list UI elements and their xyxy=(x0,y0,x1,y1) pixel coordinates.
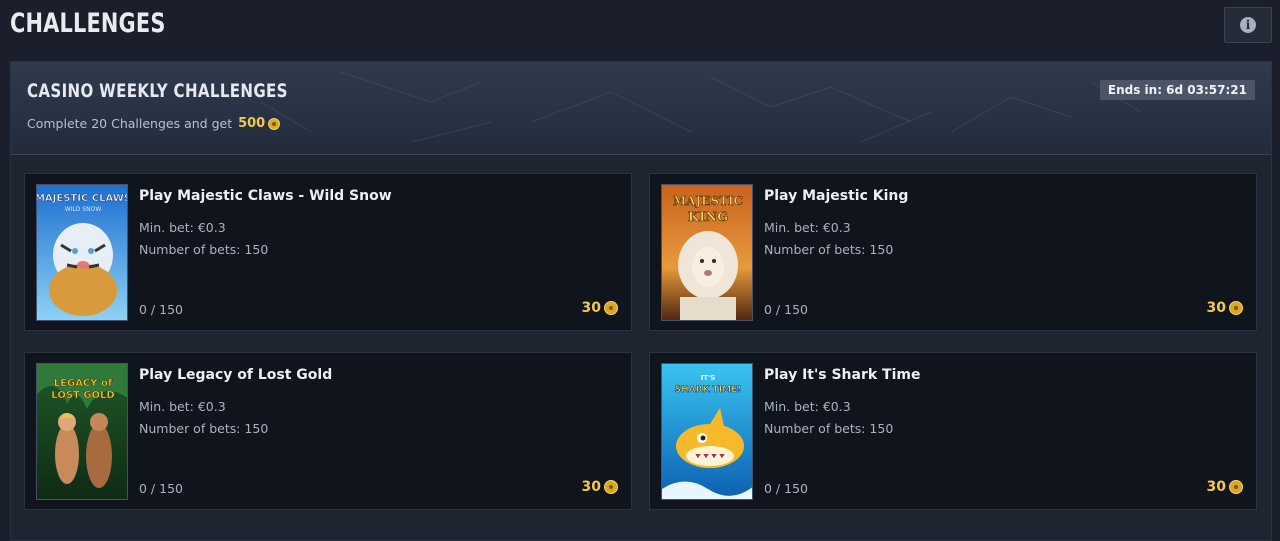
reward: 30 xyxy=(1207,300,1243,316)
thumbnail-art-text: MAJESTIC xyxy=(673,194,743,208)
game-thumbnail-legacy-of-lost-gold[interactable]: LEGACY of LOST GOLD xyxy=(36,363,128,500)
banner-texture xyxy=(260,71,1142,143)
challenges-banner: CASINO WEEKLY CHALLENGES Complete 20 Cha… xyxy=(11,62,1271,155)
game-thumbnail-majestic-claws[interactable]: MAJESTIC CLAWS WILD SNOW xyxy=(36,184,128,321)
progress-text: 0 / 150 xyxy=(139,302,183,317)
game-thumbnail-majestic-king[interactable]: MAJESTIC KING xyxy=(661,184,753,321)
coin-icon xyxy=(1229,480,1243,494)
challenge-title: Play It's Shark Time xyxy=(764,367,921,383)
info-button[interactable]: i xyxy=(1224,7,1272,43)
number-of-bets-text: Number of bets: 150 xyxy=(764,421,894,436)
banner-title: CASINO WEEKLY CHALLENGES xyxy=(27,80,288,102)
min-bet-text: Min. bet: €0.3 xyxy=(139,220,226,235)
ends-in-badge: Ends in: 6d 03:57:21 xyxy=(1099,80,1255,100)
challenge-title: Play Legacy of Lost Gold xyxy=(139,367,333,383)
progress-text: 0 / 150 xyxy=(764,481,808,496)
banner-subtitle: Complete 20 Challenges and get 500 xyxy=(27,116,281,131)
thumbnail-art-sub: LOST GOLD xyxy=(51,390,114,401)
progress-text: 0 / 150 xyxy=(139,481,183,496)
number-of-bets-text: Number of bets: 150 xyxy=(764,242,894,257)
thumbnail-art-sub: WILD SNOW xyxy=(65,206,102,213)
min-bet-text: Min. bet: €0.3 xyxy=(764,220,851,235)
challenge-card[interactable]: IT'S SHARK TIME! Play It's Shark Time Mi… xyxy=(649,352,1257,510)
thumbnail-art-text: LEGACY of xyxy=(54,378,113,389)
coin-icon xyxy=(604,301,618,315)
challenge-card[interactable]: MAJESTIC KING Play Majestic King Min. be… xyxy=(649,173,1257,331)
challenge-title: Play Majestic Claws - Wild Snow xyxy=(139,188,392,204)
thumbnail-art-text: IT'S xyxy=(701,374,716,382)
thumbnail-art-text: MAJESTIC CLAWS xyxy=(37,193,128,204)
reward-amount: 30 xyxy=(581,300,601,316)
page-title: CHALLENGES xyxy=(10,8,166,39)
banner-reward-amount: 500 xyxy=(238,116,266,131)
progress-text: 0 / 150 xyxy=(764,302,808,317)
challenge-card[interactable]: MAJESTIC CLAWS WILD SNOW Play Majestic C… xyxy=(24,173,632,331)
thumbnail-art-sub: KING xyxy=(688,210,728,225)
number-of-bets-text: Number of bets: 150 xyxy=(139,242,269,257)
reward-amount: 30 xyxy=(581,479,601,495)
banner-subtitle-text: Complete 20 Challenges and get xyxy=(27,116,233,131)
thumbnail-art-sub: SHARK TIME! xyxy=(675,385,742,395)
number-of-bets-text: Number of bets: 150 xyxy=(139,421,269,436)
game-thumbnail-shark-time[interactable]: IT'S SHARK TIME! xyxy=(661,363,753,500)
coin-icon xyxy=(1229,301,1243,315)
min-bet-text: Min. bet: €0.3 xyxy=(139,399,226,414)
reward: 30 xyxy=(1207,479,1243,495)
info-icon: i xyxy=(1240,17,1256,33)
reward: 30 xyxy=(582,300,618,316)
min-bet-text: Min. bet: €0.3 xyxy=(764,399,851,414)
reward-amount: 30 xyxy=(1206,479,1226,495)
challenge-card[interactable]: LEGACY of LOST GOLD Play Legacy of Lost … xyxy=(24,352,632,510)
challenge-title: Play Majestic King xyxy=(764,188,909,204)
reward-amount: 30 xyxy=(1206,300,1226,316)
coin-icon xyxy=(268,117,281,130)
coin-icon xyxy=(604,480,618,494)
weekly-challenges-panel: CASINO WEEKLY CHALLENGES Complete 20 Cha… xyxy=(10,61,1272,541)
reward: 30 xyxy=(582,479,618,495)
